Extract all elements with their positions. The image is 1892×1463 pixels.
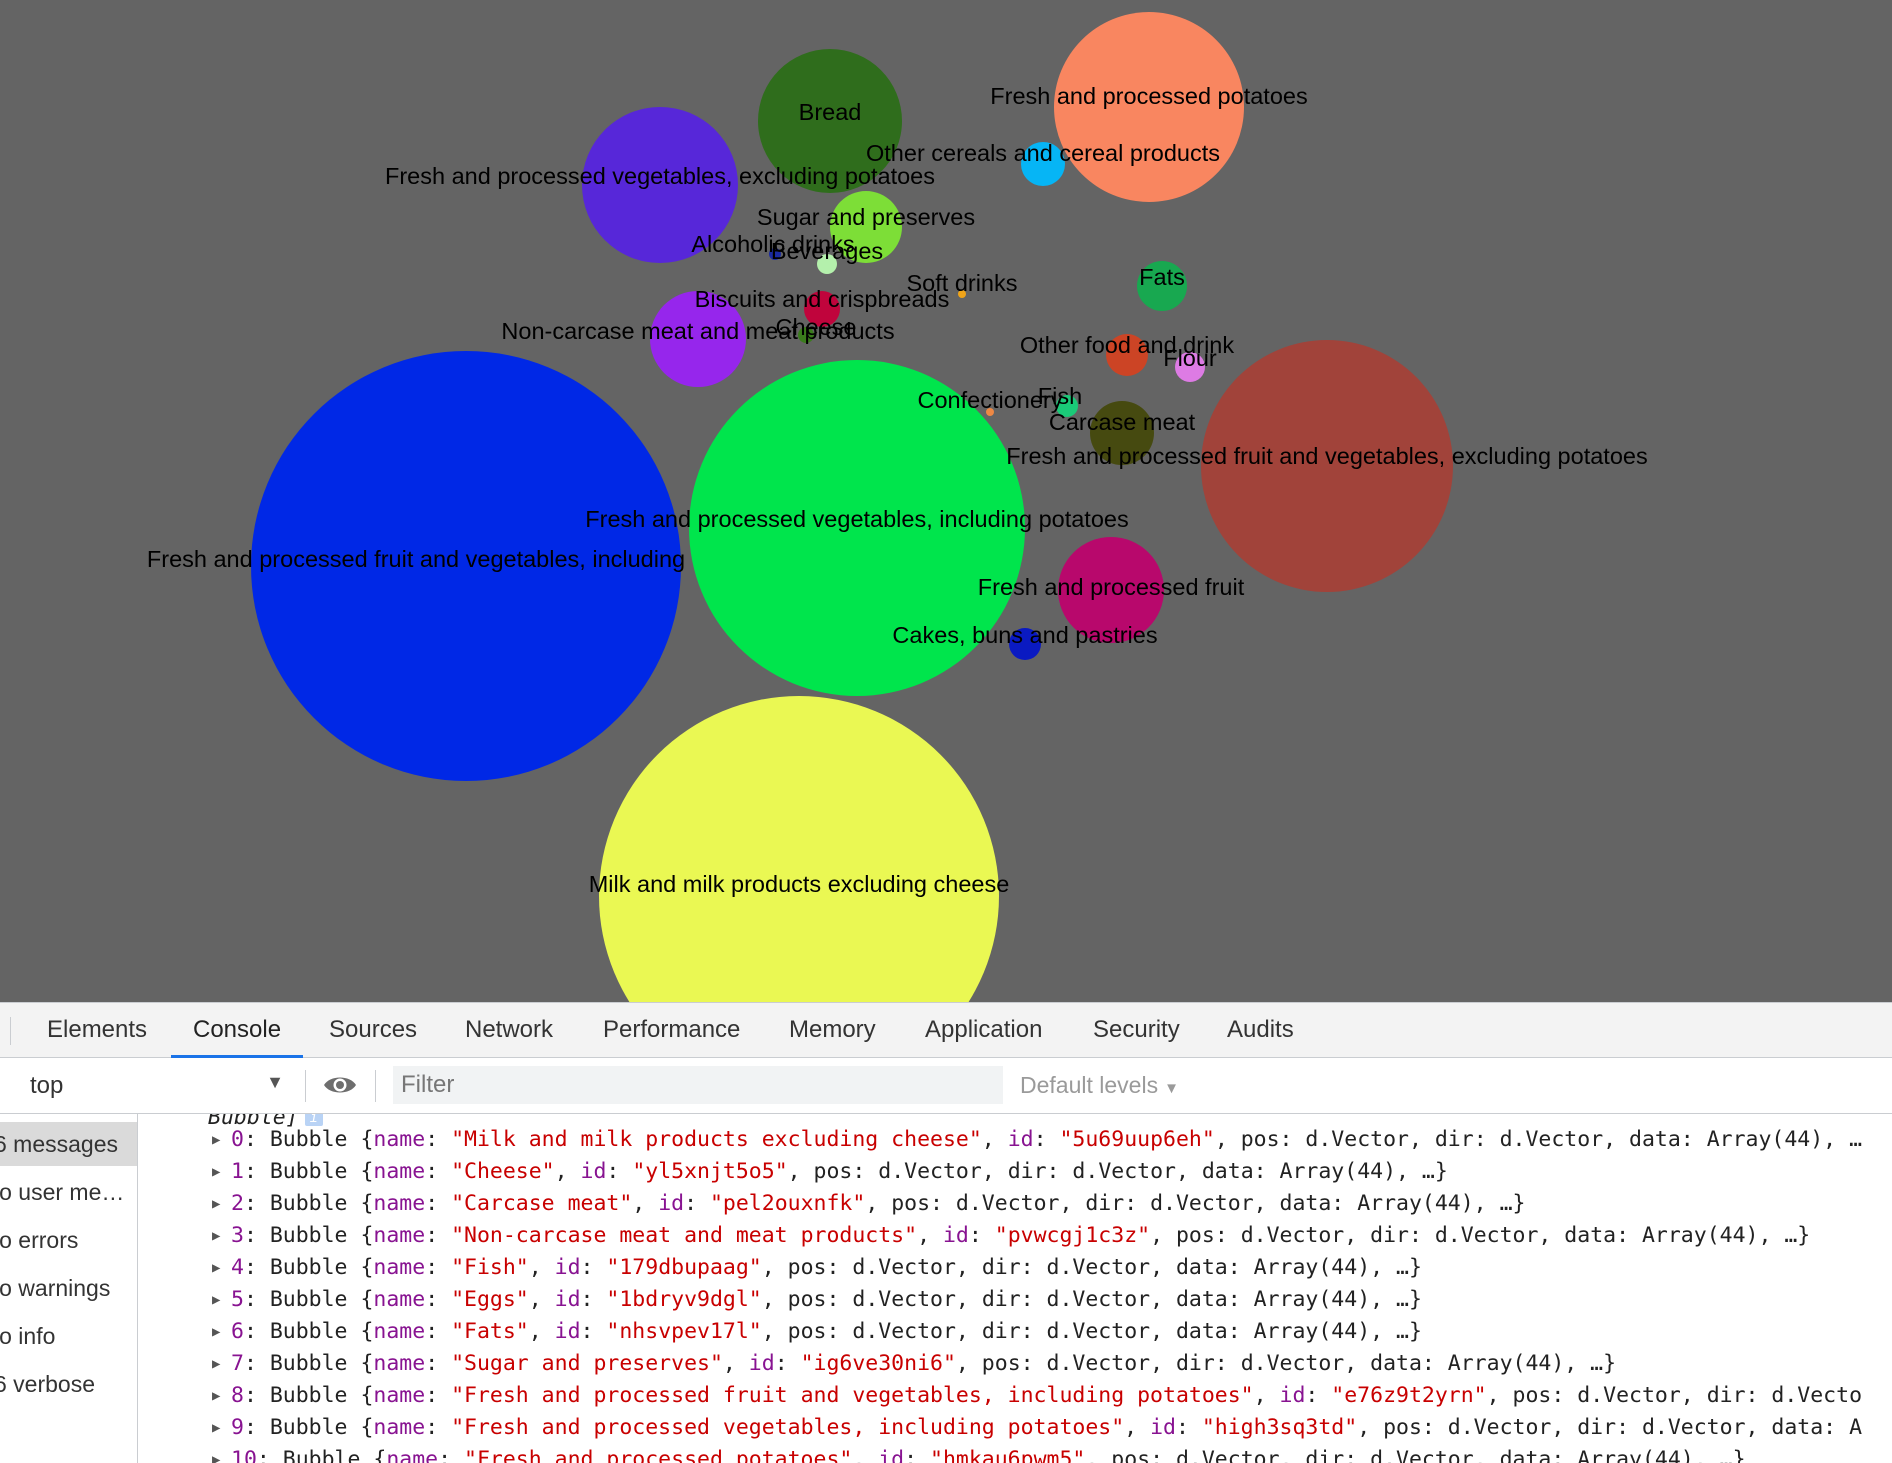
bubble-label: Fresh and processed fruit and vegetables… [147, 546, 685, 572]
bubble-label: Fresh and processed vegetables, excludin… [385, 163, 935, 189]
devtools-panel: Elements Console Sources Network Perform… [0, 1002, 1892, 1463]
expand-arrow-icon[interactable]: ▶ [212, 1444, 220, 1463]
bubble-label: Fresh and processed vegetables, includin… [585, 506, 1128, 532]
log-row[interactable]: ▶ 10: Bubble {name: "Fresh and processed … [138, 1444, 1892, 1463]
expand-arrow-icon[interactable]: ▶ [212, 1252, 220, 1284]
expand-arrow-icon[interactable]: ▶ [212, 1124, 220, 1156]
eye-icon[interactable] [322, 1070, 358, 1100]
bubble-label: Other cereals and cereal products [866, 140, 1220, 166]
tab-audits[interactable]: Audits [1227, 1003, 1294, 1057]
tab-sources[interactable]: Sources [329, 1003, 417, 1057]
log-row[interactable]: ▶ 1: Bubble {name: "Cheese", id: "yl5xnjt… [138, 1156, 1892, 1188]
bubble-label: Cakes, buns and pastries [892, 622, 1157, 648]
log-row-text: 1: Bubble {name: "Cheese", id: "yl5xnjt5… [231, 1159, 1448, 1184]
bubble-label: Carcase meat [1049, 409, 1196, 435]
expand-arrow-icon[interactable]: ▶ [212, 1348, 220, 1380]
tab-security[interactable]: Security [1093, 1003, 1180, 1057]
console-toolbar: top ▼ Default levels ▼ [0, 1058, 1892, 1114]
log-row-text: 2: Bubble {name: "Carcase meat", id: "pe… [231, 1191, 1526, 1216]
log-row-text: 0: Bubble {name: "Milk and milk products… [231, 1127, 1863, 1152]
tab-application[interactable]: Application [925, 1003, 1042, 1057]
sidebar-item-verbose[interactable]: 6 verbose [0, 1362, 137, 1406]
bubble [599, 696, 999, 1002]
tab-memory[interactable]: Memory [789, 1003, 876, 1057]
log-row-text: 3: Bubble {name: "Non-carcase meat and m… [231, 1223, 1811, 1248]
log-row[interactable]: ▶ 0: Bubble {name: "Milk and milk product… [138, 1124, 1892, 1156]
bubble-label: Alcoholic drinks [691, 231, 854, 257]
bubble-label: Fresh and processed fruit and vegetables… [1006, 443, 1647, 469]
bubble-label: Sugar and preserves [757, 204, 975, 230]
context-selector[interactable]: top ▼ [10, 1066, 296, 1104]
bubble-chart-svg: Milk and milk products excluding cheese F… [147, 12, 1648, 1002]
bubble-label: Confectionery [918, 387, 1063, 413]
log-row-text: 5: Bubble {name: "Eggs", id: "1bdryv9dgl… [231, 1287, 1422, 1312]
toolbar-separator [375, 1070, 376, 1102]
bubble-label: Fats [1139, 264, 1185, 290]
bubble-label: Fresh and processed potatoes [990, 83, 1307, 109]
tab-network[interactable]: Network [465, 1003, 553, 1057]
expand-arrow-icon[interactable]: ▶ [212, 1284, 220, 1316]
expand-arrow-icon[interactable]: ▶ [212, 1316, 220, 1348]
expand-arrow-icon[interactable]: ▶ [212, 1156, 220, 1188]
bubble-chart: Milk and milk products excluding cheese F… [0, 0, 1892, 1002]
log-row[interactable]: ▶ 8: Bubble {name: "Fresh and processed f… [138, 1380, 1892, 1412]
log-row-text: 8: Bubble {name: "Fresh and processed fr… [231, 1383, 1863, 1408]
tab-console[interactable]: Console [170, 1003, 304, 1058]
log-levels-label: Default levels [1020, 1072, 1159, 1098]
expand-arrow-icon[interactable]: ▶ [212, 1188, 220, 1220]
sidebar-item-messages[interactable]: 6 messages [0, 1122, 137, 1166]
toolbar-separator [305, 1070, 306, 1102]
console-log: Bubble] i ▶ 0: Bubble {name: "Milk and mil… [138, 1114, 1892, 1463]
devtools-tabbar: Elements Console Sources Network Perform… [0, 1003, 1892, 1058]
log-row-text: 6: Bubble {name: "Fats", id: "nhsvpev17l… [231, 1319, 1422, 1344]
log-row[interactable]: ▶ 7: Bubble {name: "Sugar and preserves",… [138, 1348, 1892, 1380]
log-row-text: 9: Bubble {name: "Fresh and processed ve… [231, 1415, 1863, 1440]
bubble-label: Flour [1163, 345, 1217, 371]
log-row[interactable]: ▶ 6: Bubble {name: "Fats", id: "nhsvpev17… [138, 1316, 1892, 1348]
log-row[interactable]: ▶ 4: Bubble {name: "Fish", id: "179dbupaa… [138, 1252, 1892, 1284]
bubble-label: Cheese [776, 314, 857, 340]
log-row-text: 7: Bubble {name: "Sugar and preserves", … [231, 1351, 1617, 1376]
bubble-label: Milk and milk products excluding cheese [589, 871, 1010, 897]
bubble-label: Fresh and processed fruit [978, 574, 1245, 600]
tabbar-separator [10, 1017, 11, 1045]
sidebar-item-user-messages[interactable]: lo user me… [0, 1170, 137, 1214]
expand-arrow-icon[interactable]: ▶ [212, 1380, 220, 1412]
log-row[interactable]: ▶ 3: Bubble {name: "Non-carcase meat and … [138, 1220, 1892, 1252]
sidebar-item-warnings[interactable]: lo warnings [0, 1266, 137, 1310]
bubble-label: Bread [799, 99, 862, 125]
log-row-text: 4: Bubble {name: "Fish", id: "179dbupaag… [231, 1255, 1422, 1280]
filter-input[interactable] [393, 1066, 1003, 1104]
chevron-down-icon: ▼ [1164, 1080, 1179, 1097]
console-sidebar: 6 messages lo user me… lo errors lo warn… [0, 1114, 138, 1463]
bubble-label: Soft drinks [906, 270, 1017, 296]
sidebar-item-errors[interactable]: lo errors [0, 1218, 137, 1262]
expand-arrow-icon[interactable]: ▶ [212, 1412, 220, 1444]
log-row-text: 10: Bubble {name: "Fresh and processed p… [231, 1447, 1746, 1463]
tab-performance[interactable]: Performance [603, 1003, 740, 1057]
log-row[interactable]: ▶ 2: Bubble {name: "Carcase meat", id: "p… [138, 1188, 1892, 1220]
log-row[interactable]: ▶ 9: Bubble {name: "Fresh and processed v… [138, 1412, 1892, 1444]
chevron-down-icon: ▼ [266, 1072, 284, 1092]
context-selector-value: top [30, 1072, 64, 1099]
sidebar-item-info[interactable]: lo info [0, 1314, 137, 1358]
log-row[interactable]: ▶ 5: Bubble {name: "Eggs", id: "1bdryv9dg… [138, 1284, 1892, 1316]
tab-elements[interactable]: Elements [47, 1003, 147, 1057]
expand-arrow-icon[interactable]: ▶ [212, 1220, 220, 1252]
log-levels-dropdown[interactable]: Default levels ▼ [1020, 1072, 1179, 1099]
